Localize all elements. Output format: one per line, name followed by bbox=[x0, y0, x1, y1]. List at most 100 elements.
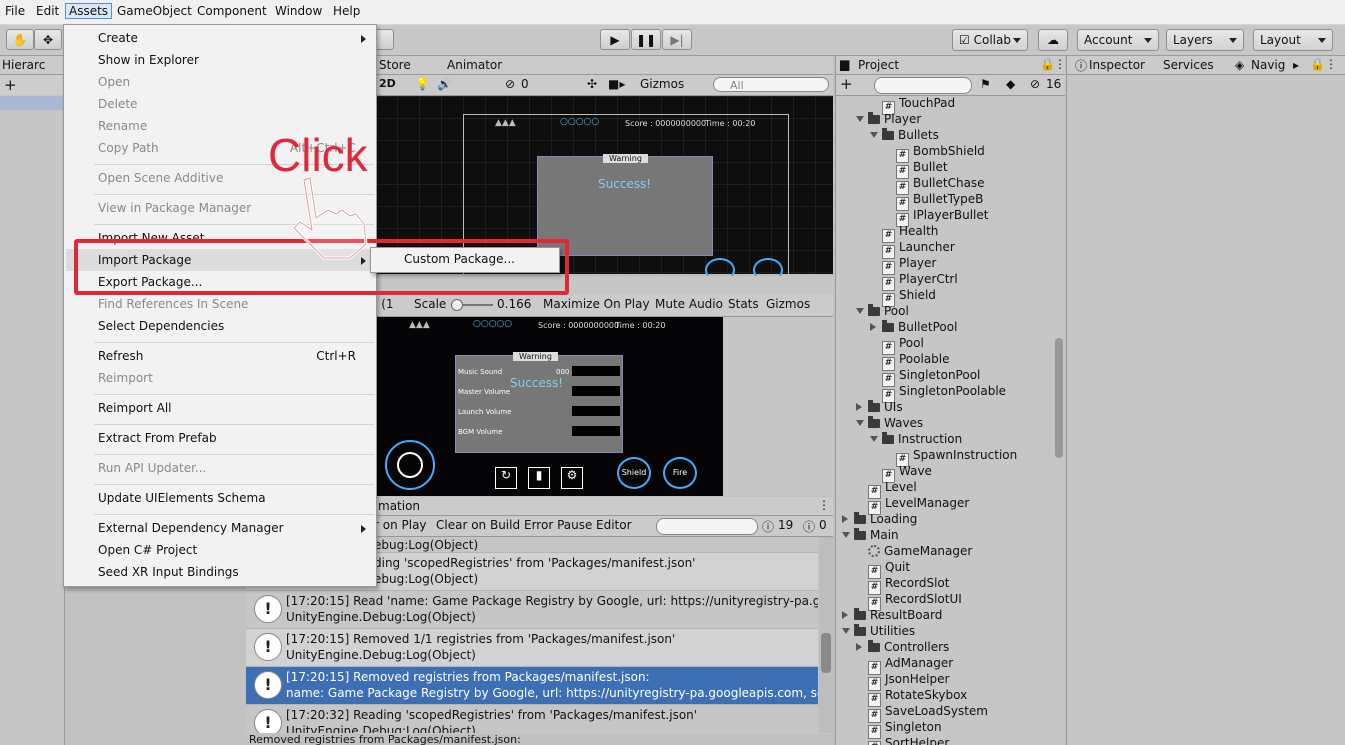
tree-item[interactable]: # BulletTypeB bbox=[896, 191, 983, 211]
expand-arrow-down-icon[interactable] bbox=[842, 532, 850, 538]
console-menu-icon[interactable]: ⋮ bbox=[818, 498, 830, 512]
menu-item-refresh[interactable]: Refresh bbox=[98, 349, 143, 363]
inspector-lock-icon[interactable]: 🔒 bbox=[1310, 57, 1325, 71]
menu-edit[interactable]: Edit bbox=[36, 4, 59, 18]
tree-item[interactable]: # Singleton bbox=[868, 719, 942, 739]
tools-icon[interactable]: ✣ bbox=[587, 77, 597, 91]
light-icon[interactable]: 💡 bbox=[415, 77, 430, 91]
tree-item[interactable]: # Quit bbox=[868, 559, 910, 579]
tree-item[interactable]: # TouchPad bbox=[882, 95, 955, 115]
tree-item[interactable]: # RotateSkybox bbox=[868, 687, 967, 707]
tree-item[interactable]: Loading bbox=[842, 511, 917, 527]
menu-item-open[interactable]: Open bbox=[98, 75, 130, 89]
tab-scroll-right-icon[interactable]: ▸ bbox=[1293, 58, 1299, 72]
log-row[interactable]: ! [17:20:32] Reading 'scopedRegistries' … bbox=[246, 705, 818, 733]
lock-icon[interactable]: 🔒 bbox=[1040, 57, 1055, 71]
error-pause-toggle[interactable]: Error Pause bbox=[524, 518, 592, 532]
menu-item-open-csharp-project[interactable]: Open C# Project bbox=[98, 543, 197, 557]
scene-search-input[interactable]: All bbox=[713, 77, 829, 92]
tab-navigation[interactable]: Navig bbox=[1251, 58, 1285, 72]
tree-item[interactable]: BulletPool bbox=[870, 319, 957, 335]
menu-item-update-uielements-schema[interactable]: Update UIElements Schema bbox=[98, 491, 266, 505]
expand-arrow-right-icon[interactable] bbox=[856, 403, 862, 411]
hierarchy-selected-row[interactable] bbox=[0, 96, 64, 110]
menu-help[interactable]: Help bbox=[333, 4, 360, 18]
expand-arrow-down-icon[interactable] bbox=[842, 628, 850, 634]
hidden-packages-icon[interactable]: ⊘ bbox=[1030, 77, 1040, 91]
tree-item[interactable]: UIs bbox=[856, 399, 903, 415]
console-scrollbar-thumb[interactable] bbox=[821, 633, 831, 673]
project-scrollbar-thumb[interactable] bbox=[1055, 338, 1063, 458]
move-tool-button[interactable]: ✥ bbox=[34, 29, 62, 50]
tree-item[interactable]: # Bullet bbox=[896, 159, 948, 179]
tree-item[interactable]: Bullets bbox=[870, 127, 939, 143]
2d-toggle[interactable]: 2D bbox=[379, 77, 396, 90]
layout-dropdown[interactable]: Layout bbox=[1253, 29, 1333, 51]
tree-item[interactable]: # PlayerCtrl bbox=[882, 271, 958, 291]
tree-item[interactable]: # IPlayerBullet bbox=[896, 207, 988, 227]
tree-item[interactable]: # SingletonPoolable bbox=[882, 383, 1006, 403]
error-icon[interactable]: ⓘ bbox=[803, 518, 815, 535]
tree-item[interactable]: Pool bbox=[856, 303, 909, 319]
tree-item[interactable]: Player bbox=[856, 111, 921, 127]
menu-item-reimport[interactable]: Reimport bbox=[98, 371, 153, 385]
tab-project[interactable]: Project bbox=[858, 58, 899, 72]
inspector-menu-icon[interactable]: ⋮ bbox=[1325, 57, 1337, 71]
gizmos-dropdown[interactable]: Gizmos bbox=[640, 77, 684, 91]
log-row[interactable]: ! [17:20:15] Read 'name: Game Package Re… bbox=[246, 591, 818, 629]
tree-item[interactable]: # Poolable bbox=[882, 351, 950, 371]
game-gizmos-dropdown[interactable]: Gizmos bbox=[766, 297, 810, 311]
maximize-on-play-toggle[interactable]: Maximize On Play bbox=[543, 297, 650, 311]
mute-audio-toggle[interactable]: Mute Audio bbox=[655, 297, 723, 311]
step-button[interactable]: ▶| bbox=[662, 29, 692, 50]
expand-arrow-down-icon[interactable] bbox=[870, 132, 878, 138]
tree-item[interactable]: # Wave bbox=[882, 463, 932, 483]
add-icon[interactable]: + bbox=[4, 76, 17, 94]
custom-tool-button[interactable] bbox=[374, 29, 394, 50]
clear-on-build-toggle[interactable]: Clear on Build bbox=[436, 518, 520, 532]
tree-item[interactable]: # Player bbox=[882, 255, 936, 275]
label-icon[interactable]: ◆ bbox=[1006, 77, 1015, 91]
tab-services[interactable]: Services bbox=[1163, 58, 1214, 72]
game-canvas[interactable]: ▲▲▲ ○○○○○ Score : 0000000000 Time : 00:2… bbox=[375, 317, 723, 496]
project-menu-icon[interactable]: ⋮ bbox=[1054, 57, 1066, 71]
tree-item[interactable]: Instruction bbox=[870, 431, 962, 447]
tree-item[interactable]: # Pool bbox=[882, 335, 924, 355]
create-icon[interactable]: + bbox=[840, 75, 853, 93]
menu-component[interactable]: Component bbox=[197, 4, 267, 18]
camera-icon[interactable]: ■▸ bbox=[608, 77, 625, 91]
expand-arrow-right-icon[interactable] bbox=[856, 643, 862, 651]
tree-item[interactable]: # SaveLoadSystem bbox=[868, 703, 988, 723]
play-button[interactable]: ▶ bbox=[600, 29, 630, 50]
menu-item-rename[interactable]: Rename bbox=[98, 119, 147, 133]
tree-item[interactable]: Waves bbox=[856, 415, 923, 431]
menu-item-delete[interactable]: Delete bbox=[98, 97, 137, 111]
console-search-input[interactable] bbox=[656, 518, 758, 535]
tree-item[interactable]: # SortHelper bbox=[868, 735, 949, 745]
project-search-input[interactable] bbox=[874, 77, 972, 94]
menu-item-reimport-all[interactable]: Reimport All bbox=[98, 401, 172, 415]
tab-store[interactable]: Store bbox=[379, 58, 411, 72]
console-scrollbar[interactable] bbox=[819, 537, 833, 733]
menu-item-extract-from-prefab[interactable]: Extract From Prefab bbox=[98, 431, 217, 445]
tab-hierarchy[interactable]: Hierarc bbox=[2, 58, 45, 72]
stats-toggle[interactable]: Stats bbox=[728, 297, 759, 311]
editor-dropdown[interactable]: Editor bbox=[596, 518, 632, 532]
tree-item[interactable]: # SingletonPool bbox=[882, 367, 980, 387]
tree-item[interactable]: GameManager bbox=[868, 543, 972, 559]
search-by-type-icon[interactable]: ⚑ bbox=[980, 77, 991, 91]
layers-dropdown[interactable]: Layers bbox=[1166, 29, 1244, 51]
tree-item[interactable]: # LevelManager bbox=[868, 495, 969, 515]
tree-item[interactable]: # Shield bbox=[882, 287, 936, 307]
tree-item[interactable]: # RecordSlotUI bbox=[868, 591, 962, 611]
hand-tool-button[interactable]: ✋ bbox=[6, 29, 34, 50]
menu-item-create[interactable]: Create bbox=[98, 31, 138, 45]
tree-item[interactable]: # SpawnInstruction bbox=[896, 447, 1017, 467]
expand-arrow-right-icon[interactable] bbox=[842, 515, 848, 523]
tab-animator[interactable]: Animator bbox=[447, 58, 502, 72]
menu-item-find-references[interactable]: Find References In Scene bbox=[98, 297, 248, 311]
pause-button[interactable]: ❚❚ bbox=[631, 29, 661, 50]
menu-item-external-dependency-manager[interactable]: External Dependency Manager bbox=[98, 521, 284, 535]
collab-dropdown[interactable]: ☑ Collab bbox=[952, 29, 1028, 51]
expand-arrow-right-icon[interactable] bbox=[870, 323, 876, 331]
